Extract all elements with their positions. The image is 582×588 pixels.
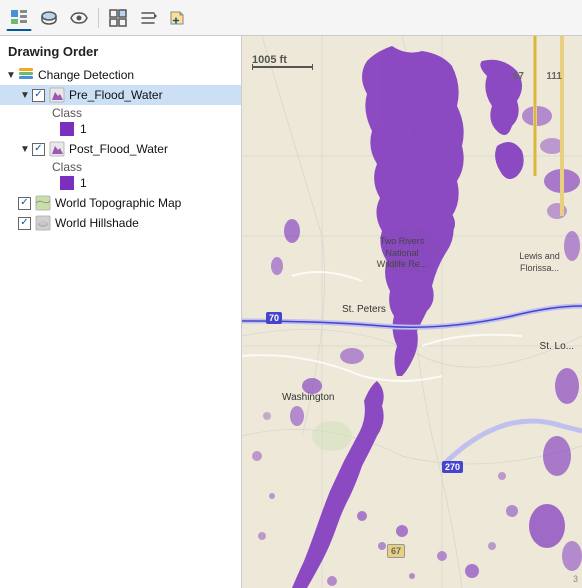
basemap-icon [35, 195, 51, 211]
pre-flood-class-label: Class [52, 106, 82, 120]
pre-flood-class-num: 1 [80, 122, 87, 136]
layer-world-hillshade[interactable]: ▶ World Hillshade [0, 213, 241, 233]
layer-tree: ▼ Change Detection ▼ [0, 65, 241, 241]
post-flood-class-symbol: 1 [0, 175, 241, 193]
post-flood-class-header: Class [0, 159, 241, 175]
list-by-source-button[interactable] [36, 5, 62, 31]
add-data-button[interactable] [165, 5, 191, 31]
list-by-visibility-button[interactable] [66, 5, 92, 31]
pre-flood-label: Pre_Flood_Water [69, 88, 163, 102]
post-flood-class-label: Class [52, 160, 82, 174]
post-flood-label: Post_Flood_Water [69, 142, 168, 156]
toc-panel: Drawing Order ▼ Change Detection ▼ [0, 36, 242, 588]
group-layer-change-detection[interactable]: ▼ Change Detection [0, 65, 241, 85]
hillshade-icon [35, 215, 51, 231]
world-hillshade-checkbox[interactable] [18, 217, 31, 230]
options-button[interactable] [135, 5, 161, 31]
main-content: Drawing Order ▼ Change Detection ▼ [0, 36, 582, 588]
map-area[interactable]: 1005 ft 67 111 Two Rivers National Wildl… [242, 36, 582, 588]
layer-world-topo[interactable]: ▶ World Topographic Map [0, 193, 241, 213]
pre-flood-checkbox[interactable] [32, 89, 45, 102]
post-flood-checkbox[interactable] [32, 143, 45, 156]
post-flood-class-num: 1 [80, 176, 87, 190]
no-arrow2: ▶ [4, 216, 18, 230]
list-by-drawing-order-button[interactable] [6, 5, 32, 31]
pre-flood-class-header: Class [0, 105, 241, 121]
expand-arrow: ▼ [4, 68, 18, 82]
pre-flood-class-symbol: 1 [0, 121, 241, 139]
world-hillshade-label: World Hillshade [55, 216, 139, 230]
no-arrow: ▶ [4, 196, 18, 210]
pre-flood-color-box [60, 122, 74, 136]
group-layer-label: Change Detection [38, 68, 134, 82]
feature-layer-icon2 [49, 141, 65, 157]
toolbar [0, 0, 582, 36]
world-topo-label: World Topographic Map [55, 196, 181, 210]
layer-pre-flood-water[interactable]: ▼ Pre_Flood_Water [0, 85, 241, 105]
map-svg [242, 36, 582, 588]
feature-layer-icon [49, 87, 65, 103]
panel-title: Drawing Order [0, 36, 241, 65]
layer-post-flood-water[interactable]: ▼ Post_Flood_Water [0, 139, 241, 159]
world-topo-checkbox[interactable] [18, 197, 31, 210]
expand-arrow3: ▼ [18, 142, 32, 156]
post-flood-color-box [60, 176, 74, 190]
expand-arrow2: ▼ [18, 88, 32, 102]
group-layer-icon [18, 67, 34, 83]
list-by-selection-button[interactable] [105, 5, 131, 31]
